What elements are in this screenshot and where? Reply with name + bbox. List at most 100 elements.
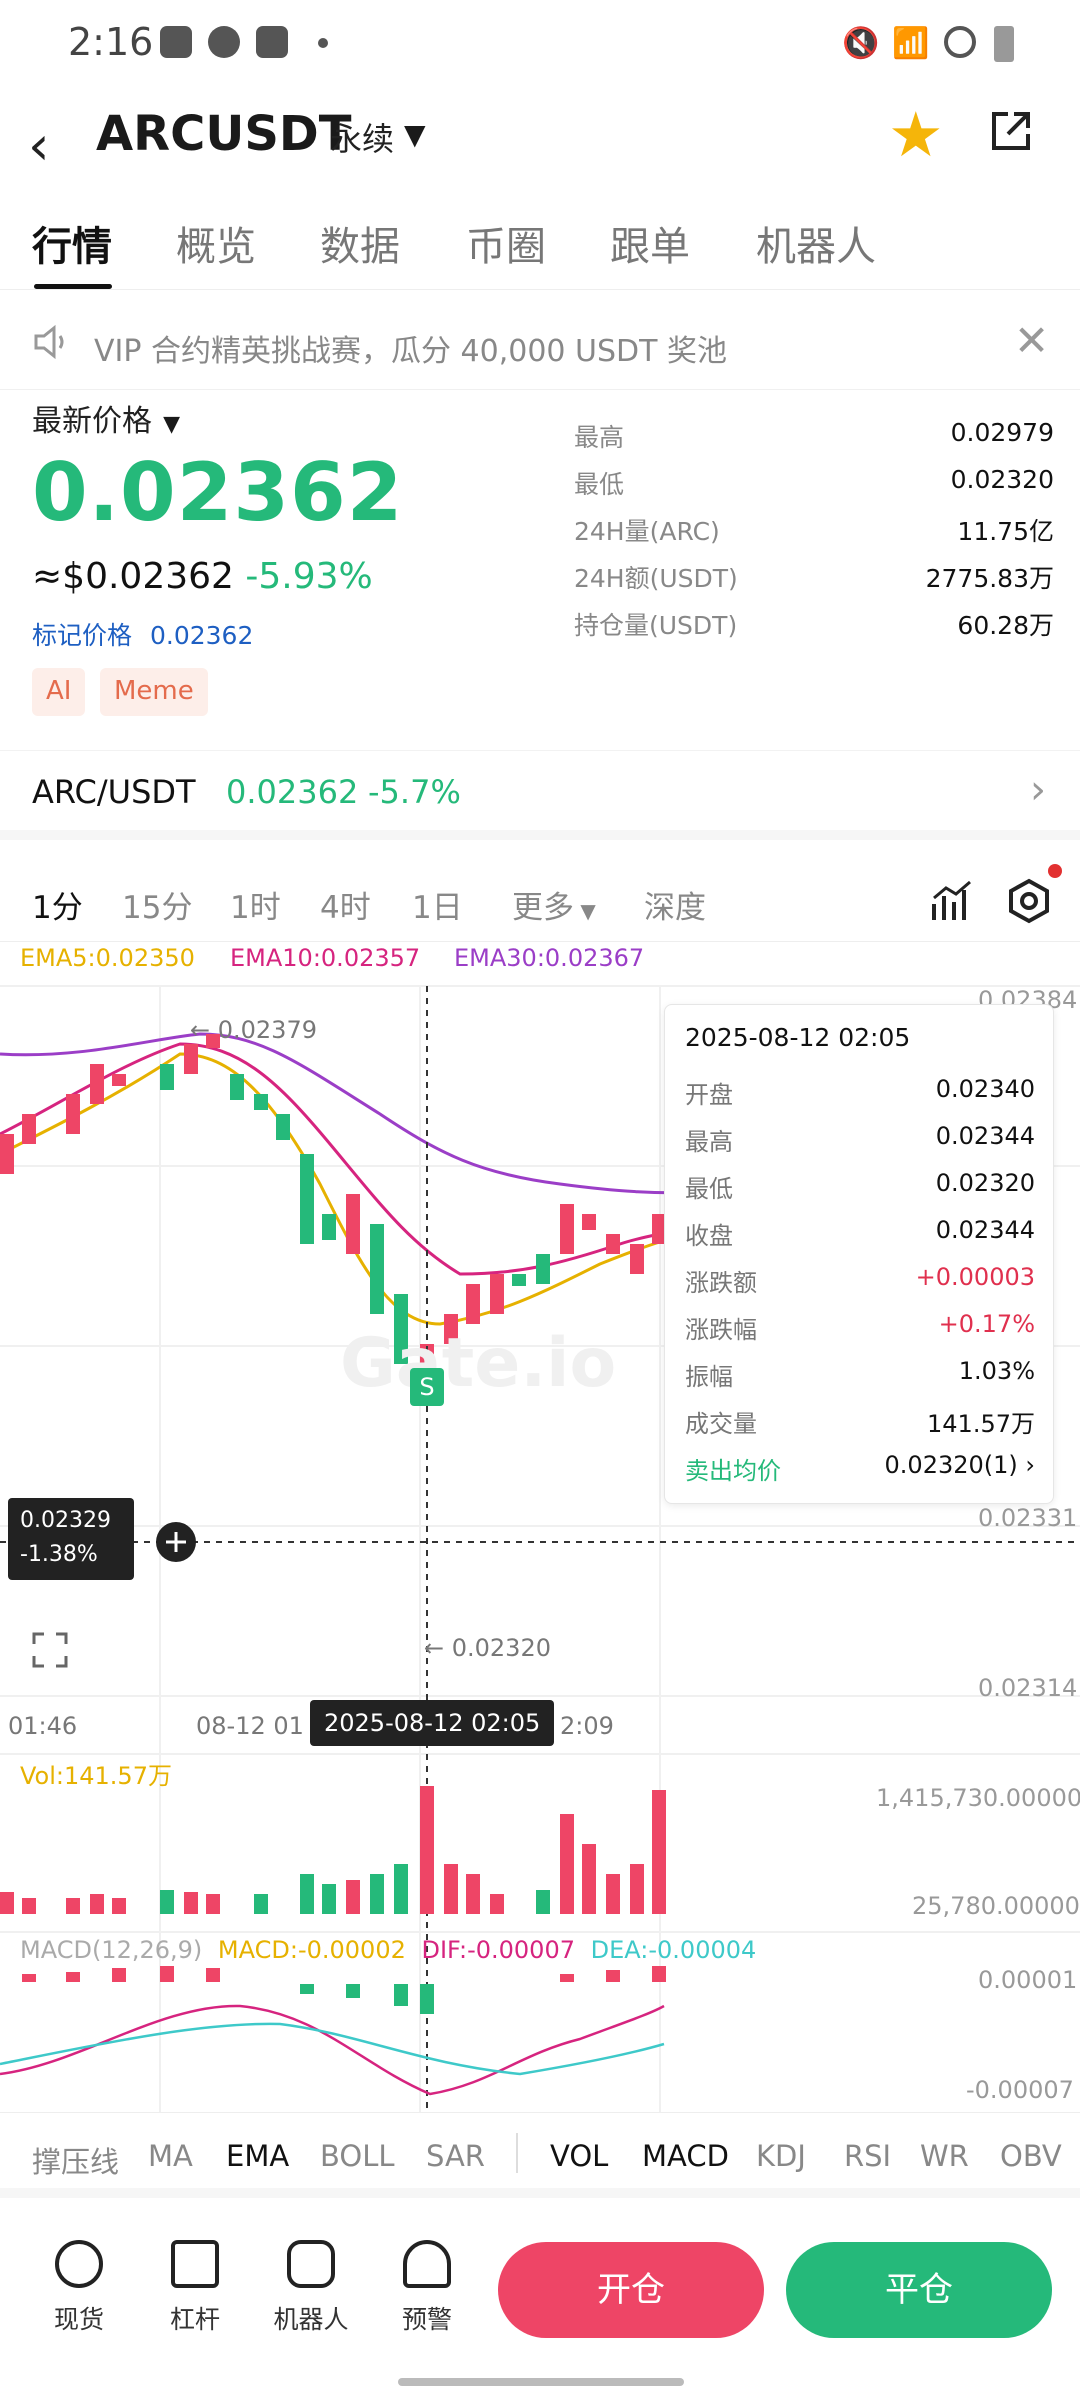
chevron-down-icon[interactable]: ▼: [404, 118, 426, 151]
ind-vol[interactable]: VOL: [550, 2139, 608, 2173]
mark-price-label: 标记价格: [32, 621, 133, 650]
macd-axis-top: 0.00001: [978, 1966, 1078, 1994]
tooltip-close: 收盘 0.02344: [685, 1216, 1035, 1250]
dot-icon: [318, 38, 328, 48]
tab-data[interactable]: 数据: [320, 214, 400, 272]
ind-rsi[interactable]: RSI: [844, 2139, 891, 2173]
tooltip-amplitude: 振幅 1.03%: [685, 1357, 1035, 1391]
crosshair-time-label: 2025-08-12 02:05: [310, 1700, 555, 1746]
ind-ma[interactable]: MA: [148, 2139, 193, 2173]
mail-icon: [160, 26, 192, 58]
mark-price: 标记价格 0.02362: [32, 616, 253, 652]
timeframe-bar: 1分 15分 1时 4时 1日 更多 ▼ 深度: [0, 862, 1080, 942]
tab-circle[interactable]: 币圈: [466, 214, 546, 272]
nav-spot[interactable]: 现货: [34, 2240, 124, 2336]
dnd-icon: [944, 26, 976, 58]
sell-signal-badge[interactable]: S: [410, 1368, 444, 1406]
ind-kdj[interactable]: KDJ: [756, 2139, 806, 2173]
spot-pair-row[interactable]: ARC/USDT 0.02362 -5.7% ›: [0, 750, 1080, 840]
account-icon: [208, 26, 240, 58]
macd-legend: MACD(12,26,9) MACD:-0.00002 DIF:-0.00007…: [20, 1936, 757, 1964]
spot-pair-price: 0.02362: [226, 773, 359, 811]
close-icon[interactable]: ✕: [1014, 316, 1049, 365]
mail-icon: [256, 26, 288, 58]
nav-alert[interactable]: 预警: [382, 2240, 472, 2336]
tooltip-volume: 成交量 141.57万: [685, 1410, 1035, 1438]
volume-bars: [0, 1786, 666, 1914]
macd-histogram: [22, 1966, 666, 2014]
share-icon[interactable]: [986, 106, 1036, 156]
tab-market[interactable]: 行情: [32, 214, 112, 272]
nav-margin[interactable]: 杠杆: [150, 2240, 240, 2336]
ind-wr[interactable]: WR: [920, 2139, 969, 2173]
tf-1h[interactable]: 1时: [230, 882, 281, 927]
spot-pair-change: -5.7%: [368, 773, 461, 811]
ind-support-resistance[interactable]: 撑压线: [32, 2139, 119, 2181]
alarm-icon: [403, 2240, 451, 2288]
latest-price-title: 最新价格: [32, 404, 152, 439]
macd-axis-bottom: -0.00007: [966, 2076, 1074, 2104]
contract-type[interactable]: 永续: [330, 114, 394, 160]
tab-bot[interactable]: 机器人: [756, 214, 876, 272]
bottom-bar: 现货 杠杆 机器人 预警 开仓 平仓: [0, 2210, 1080, 2400]
settings-icon[interactable]: [1006, 878, 1052, 924]
stat-open-interest: 持仓量(USDT) 60.28万: [574, 611, 1054, 640]
stat-low: 最低 0.02320: [574, 465, 1054, 499]
status-bar: 2:16 🔇 📶: [0, 0, 1080, 86]
speaker-icon: [34, 324, 64, 360]
tag-ai[interactable]: AI: [32, 668, 86, 716]
dif-line: [0, 2004, 665, 2096]
usd-price-line: ≈$0.02362 -5.93%: [32, 556, 373, 597]
volume-label: Vol:141.57万: [20, 1762, 172, 1790]
ind-boll[interactable]: BOLL: [320, 2139, 395, 2173]
indicator-chart-icon[interactable]: [930, 880, 974, 924]
x-axis-label-3: 2:09: [560, 1712, 614, 1740]
ind-macd[interactable]: MACD: [642, 2139, 729, 2173]
tooltip-low: 最低 0.02320: [685, 1169, 1035, 1203]
chevron-right-icon: ›: [1030, 767, 1046, 813]
tab-overview[interactable]: 概览: [176, 214, 256, 272]
back-icon[interactable]: ‹: [28, 114, 68, 178]
stat-volume-coin: 24H量(ARC) 11.75亿: [574, 517, 1054, 546]
tf-1d[interactable]: 1日: [412, 882, 463, 927]
crosshair-price: 0.02329: [20, 1508, 111, 1533]
notification-dot: [1048, 864, 1062, 878]
tooltip-open: 开盘 0.02340: [685, 1075, 1035, 1109]
close-position-button[interactable]: 平仓: [786, 2242, 1052, 2338]
symbol-title[interactable]: ARCUSDT: [96, 106, 351, 162]
stat-high: 最高 0.02979: [574, 418, 1054, 452]
latest-price-label[interactable]: 最新价格 ▼: [32, 396, 180, 440]
tooltip-datetime: 2025-08-12 02:05: [685, 1023, 911, 1052]
nav-bot[interactable]: 机器人: [266, 2240, 356, 2336]
kline-chart[interactable]: EMA5:0.02350 EMA10:0.02357 EMA30:0.02367: [0, 944, 1080, 2114]
tf-4h[interactable]: 4时: [320, 882, 371, 927]
tag-meme[interactable]: Meme: [100, 668, 208, 716]
tooltip-change-pct: 涨跌幅 +0.17%: [685, 1310, 1035, 1344]
fullscreen-icon[interactable]: [30, 1630, 70, 1670]
low-marker: ← 0.02320: [424, 1634, 551, 1662]
tf-15m[interactable]: 15分: [122, 882, 192, 927]
watermark: Gate.io: [340, 1324, 617, 1403]
notice-text: VIP 合约精英挑战赛，瓜分 40,000 USDT 奖池: [94, 334, 728, 369]
notice-bar[interactable]: VIP 合约精英挑战赛，瓜分 40,000 USDT 奖池 ✕: [0, 300, 1080, 390]
tooltip-change-amount: 涨跌额 +0.00003: [685, 1263, 1035, 1297]
favorite-star-icon[interactable]: ★: [888, 98, 944, 171]
stat-volume-usdt: 24H额(USDT) 2775.83万: [574, 564, 1054, 593]
tf-1m[interactable]: 1分: [32, 882, 83, 927]
header: ‹ ARCUSDT 永续 ▼ ★: [0, 96, 1080, 206]
status-time: 2:16: [68, 20, 154, 64]
home-indicator[interactable]: [398, 2378, 684, 2386]
open-position-button[interactable]: 开仓: [498, 2242, 764, 2338]
tf-more[interactable]: 更多 ▼: [512, 882, 596, 927]
tf-depth[interactable]: 深度: [644, 882, 706, 927]
ind-ema[interactable]: EMA: [226, 2139, 289, 2173]
ind-obv[interactable]: OBV: [1000, 2139, 1062, 2173]
tooltip-avg-sell[interactable]: 卖出均价 0.02320(1) ›: [685, 1451, 1035, 1497]
indicator-bar: 撑压线 MA EMA BOLL SAR VOL MACD KDJ RSI WR …: [0, 2112, 1080, 2198]
crosshair-price-label: 0.02329 -1.38%: [8, 1498, 134, 1580]
wifi-icon: 📶: [892, 26, 930, 61]
mark-price-value: 0.02362: [149, 621, 254, 650]
tab-copy-trade[interactable]: 跟单: [610, 214, 690, 272]
y-axis-mid: 0.02331: [978, 1504, 1078, 1532]
ind-sar[interactable]: SAR: [426, 2139, 485, 2173]
